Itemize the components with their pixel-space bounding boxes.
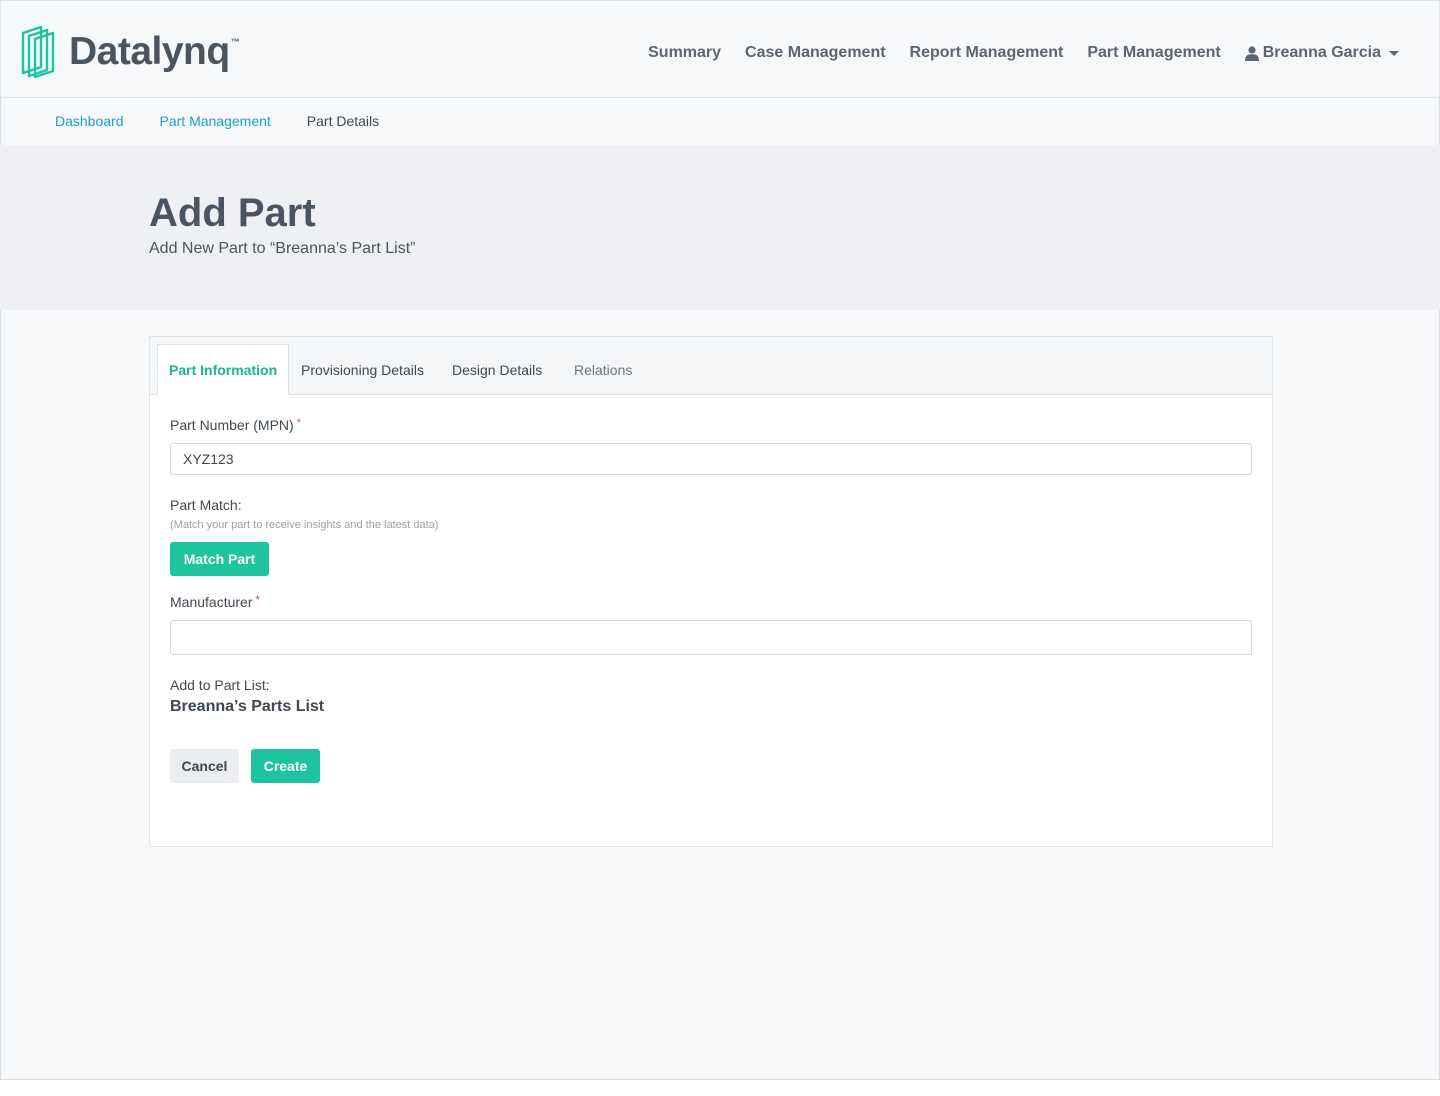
manufacturer-input[interactable] xyxy=(170,620,1252,655)
required-mark: * xyxy=(296,417,301,429)
part-list-name: Breanna’s Parts List xyxy=(170,698,325,715)
user-name: Breanna Garcia xyxy=(1262,44,1381,61)
trademark-mark: ™ xyxy=(230,37,240,47)
breadcrumb-part-details: Part Details xyxy=(306,113,380,129)
match-part-button[interactable]: Match Part xyxy=(170,542,269,576)
tab-provisioning-details[interactable]: Provisioning Details xyxy=(301,344,424,394)
tab-design-details[interactable]: Design Details xyxy=(452,344,542,394)
nav-case-management[interactable]: Case Management xyxy=(745,44,886,62)
top-navbar: Datalynq ™ Summary Case Management Repor… xyxy=(0,0,1440,98)
page-title: Add Part xyxy=(149,191,316,235)
tab-relations[interactable]: Relations xyxy=(574,344,632,394)
part-match-label: Part Match: xyxy=(170,497,242,513)
part-number-label-text: Part Number (MPN) xyxy=(170,417,294,433)
user-menu[interactable]: Breanna Garcia xyxy=(1244,44,1399,62)
manufacturer-label: Manufacturer * xyxy=(170,594,260,610)
part-match-hint: (Match your part to receive insights and… xyxy=(170,519,439,531)
part-number-label: Part Number (MPN) * xyxy=(170,417,301,433)
breadcrumb-part-management[interactable]: Part Management xyxy=(160,113,271,129)
add-part-card: Part Information Provisioning Details De… xyxy=(149,336,1273,847)
part-number-input[interactable] xyxy=(170,443,1252,475)
create-button[interactable]: Create xyxy=(251,749,320,783)
required-mark: * xyxy=(255,594,260,606)
manufacturer-label-text: Manufacturer xyxy=(170,594,253,610)
page-subtitle: Add New Part to “Breanna’s Part List” xyxy=(149,240,416,257)
brand-logo[interactable]: Datalynq ™ xyxy=(19,25,240,79)
add-to-part-list-label: Add to Part List: xyxy=(170,677,270,693)
breadcrumb-dashboard[interactable]: Dashboard xyxy=(55,113,124,129)
nav-summary[interactable]: Summary xyxy=(648,44,721,62)
brand-name: Datalynq xyxy=(69,30,230,73)
user-icon xyxy=(1244,45,1259,61)
breadcrumb: Dashboard Part Management Part Details xyxy=(55,113,415,129)
chevron-down-icon xyxy=(1389,50,1399,56)
nav-report-management[interactable]: Report Management xyxy=(910,44,1064,62)
cancel-button[interactable]: Cancel xyxy=(170,749,239,783)
nav-part-management[interactable]: Part Management xyxy=(1087,44,1220,62)
main-nav: Summary Case Management Report Managemen… xyxy=(648,41,1439,65)
tab-part-information[interactable]: Part Information xyxy=(157,344,290,395)
datalynq-logo-icon xyxy=(21,25,55,79)
tab-bar: Part Information Provisioning Details De… xyxy=(150,337,1272,395)
